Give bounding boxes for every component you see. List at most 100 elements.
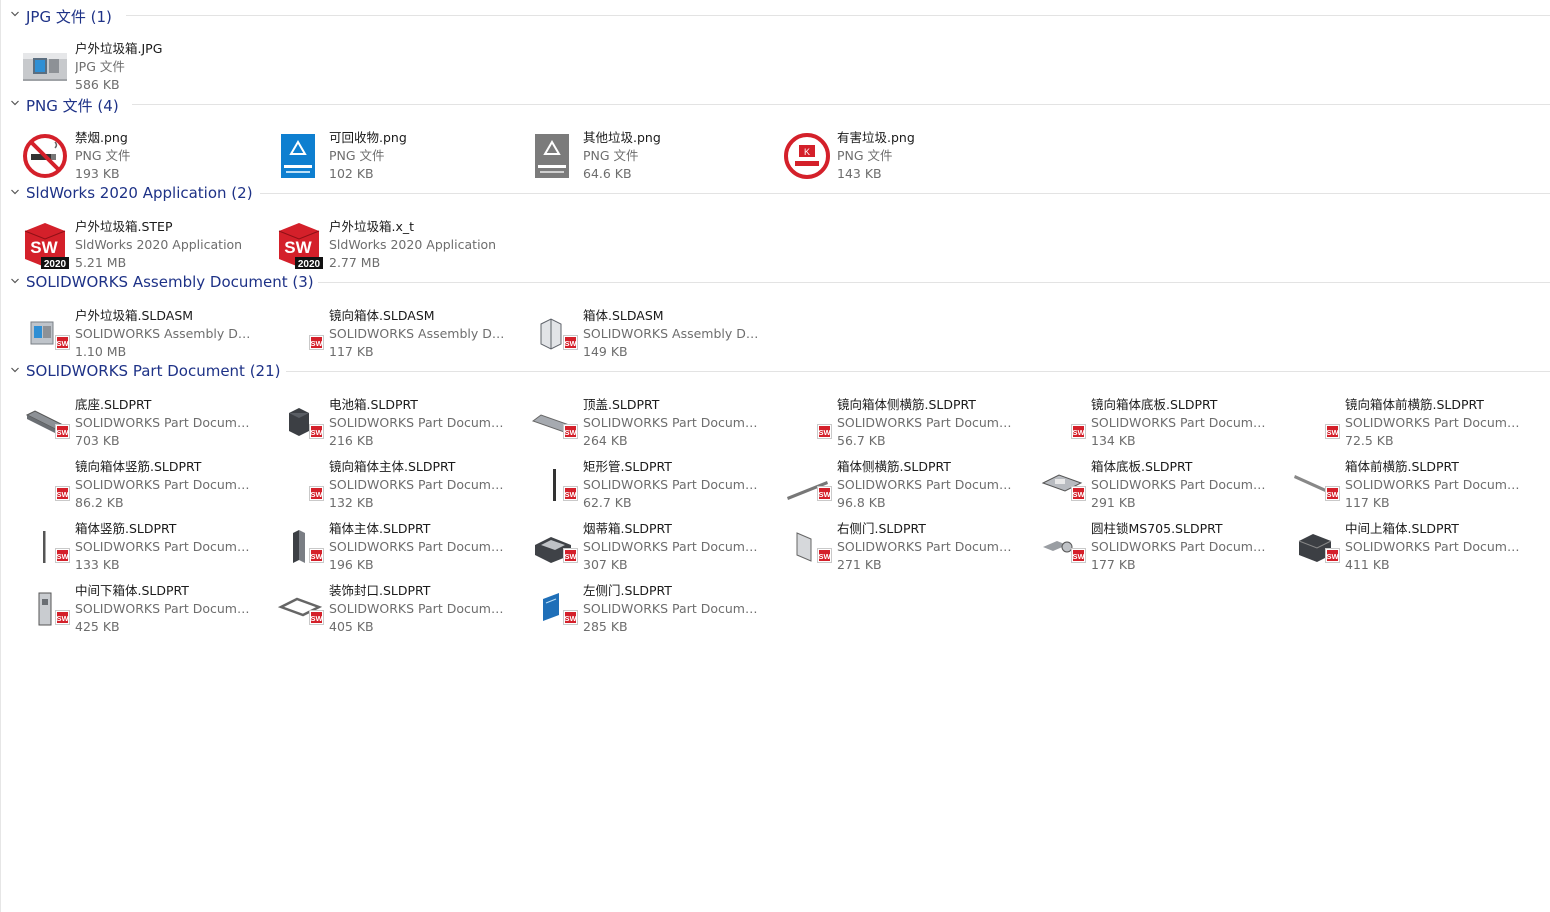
file-item[interactable]: SW 镜向箱体底板.SLDPRT SOLIDWORKS Part Document 1… (1017, 393, 1267, 449)
solidworks-badge-icon: SW (55, 486, 70, 501)
file-type: SOLIDWORKS Part Document (583, 601, 759, 616)
solidworks-badge-icon: SW (1325, 424, 1340, 439)
file-item[interactable]: SW 中间上箱体.SLDPRT SOLIDWORKS Part Document 41… (1271, 517, 1521, 573)
file-item[interactable]: SW 底座.SLDPRT SOLIDWORKS Part Document 703 K… (1, 393, 251, 449)
file-name: 箱体底板.SLDPRT (1091, 459, 1193, 474)
group-title[interactable]: SOLIDWORKS Part Document (21) (26, 362, 281, 380)
file-item[interactable]: SW 箱体主体.SLDPRT SOLIDWORKS Part Document 196… (255, 517, 505, 573)
file-item[interactable]: SW 户外垃圾箱.SLDASM SOLIDWORKS Assembly Docu..… (1, 304, 251, 360)
file-size: 425 KB (75, 619, 120, 634)
solidworks-badge-icon: SW (55, 335, 70, 350)
file-name: 户外垃圾箱.JPG (75, 41, 163, 56)
file-item[interactable]: SW箱体.SLDASMSOLIDWORKS Assembly Docu...14… (509, 304, 759, 360)
file-item[interactable]: SW 烟蒂箱.SLDPRT SOLIDWORKS Part Document 307 … (509, 517, 759, 573)
file-item[interactable]: 可回收物.png PNG 文件 102 KB (255, 126, 505, 182)
solidworks-badge-icon: SW (563, 548, 578, 563)
file-item[interactable]: SW 箱体前横筋.SLDPRT SOLIDWORKS Part Document 11… (1271, 455, 1521, 511)
file-type: SOLIDWORKS Part Document (329, 539, 505, 554)
file-name: 装饰封口.SLDPRT (329, 583, 431, 598)
file-size: 271 KB (837, 557, 882, 572)
chevron-down-icon[interactable] (11, 10, 19, 18)
file-type: PNG 文件 (583, 148, 639, 163)
group-title[interactable]: SOLIDWORKS Assembly Document (3) (26, 273, 314, 291)
part-left-door-icon: SW (529, 585, 578, 633)
group-divider (286, 371, 1550, 372)
svg-text:SW: SW (30, 238, 58, 257)
svg-text:SW: SW (564, 339, 577, 348)
file-item[interactable]: SW 圆柱锁MS705.SLDPRT SOLIDWORKS Part Documen… (1017, 517, 1267, 573)
file-item[interactable]: SW 装饰封口.SLDPRT SOLIDWORKS Part Document 405… (255, 579, 505, 635)
file-item[interactable]: SW 镜向箱体前横筋.SLDPRT SOLIDWORKS Part Document… (1271, 393, 1521, 449)
part-battery-box-icon: SW (275, 399, 324, 447)
solidworks-badge-icon: SW (309, 610, 324, 625)
part-cylinder-lock-icon: SW (1037, 523, 1086, 571)
file-type: SOLIDWORKS Part Document (75, 415, 251, 430)
group-title[interactable]: PNG 文件 (4) (26, 95, 119, 116)
file-item[interactable]: SW 右侧门.SLDPRT SOLIDWORKS Part Document 271 … (763, 517, 1013, 573)
file-name: 箱体主体.SLDPRT (329, 521, 431, 536)
file-type: SOLIDWORKS Part Document (837, 415, 1013, 430)
group-title[interactable]: SldWorks 2020 Application (2) (26, 184, 253, 202)
file-item[interactable]: SW 镜向箱体.SLDASM SOLIDWORKS Assembly Docu...… (255, 304, 505, 360)
part-upper-box-icon: SW (1291, 523, 1340, 571)
svg-text:SW: SW (56, 428, 69, 437)
file-name: 镜向箱体主体.SLDPRT (329, 459, 456, 474)
part-blank-icon: SW (1037, 399, 1086, 447)
file-item[interactable]: SW 中间下箱体.SLDPRT SOLIDWORKS Part Document 42… (1, 579, 251, 635)
file-name: 户外垃圾箱.SLDASM (75, 308, 194, 323)
chevron-down-icon[interactable] (11, 188, 19, 196)
svg-text:SW: SW (310, 614, 323, 623)
solidworks-badge-icon: SW (563, 335, 578, 350)
file-item[interactable]: SW 箱体竖筋.SLDPRT SOLIDWORKS Part Document 133… (1, 517, 251, 573)
file-item[interactable]: SW 镜向箱体侧横筋.SLDPRT SOLIDWORKS Part Document… (763, 393, 1013, 449)
file-item[interactable]: 户外垃圾箱.JPG JPG 文件 586 KB (1, 37, 251, 93)
file-item[interactable]: SW 2020 户外垃圾箱.STEP SldWorks 2020 Applicatio… (1, 215, 251, 271)
group-header[interactable]: JPG 文件 (1) (1, 2, 1550, 28)
group-title[interactable]: JPG 文件 (1) (26, 6, 112, 27)
group-header[interactable]: SOLIDWORKS Assembly Document (3) (1, 269, 1550, 295)
file-item[interactable]: SW 2020 户外垃圾箱.x_t SldWorks 2020 Application… (255, 215, 505, 271)
file-size: 216 KB (329, 433, 374, 448)
file-name: 圆柱锁MS705.SLDPRT (1091, 521, 1223, 536)
file-type: SOLIDWORKS Part Document (1091, 477, 1267, 492)
file-item[interactable]: 禁烟.png PNG 文件 193 KB (1, 126, 251, 182)
chevron-down-icon[interactable] (11, 99, 19, 107)
solidworks-2020-app-icon: SW 2020 (275, 221, 323, 270)
part-top-cover-icon: SW (529, 399, 578, 447)
file-size: 196 KB (329, 557, 374, 572)
file-item[interactable]: SW 左侧门.SLDPRT SOLIDWORKS Part Document 285 … (509, 579, 759, 635)
file-name: 镜向箱体竖筋.SLDPRT (75, 459, 202, 474)
svg-text:SW: SW (818, 428, 831, 437)
solidworks-badge-icon: SW (309, 424, 324, 439)
chevron-down-icon[interactable] (11, 277, 19, 285)
file-item[interactable]: K 有害垃圾.png PNG 文件 143 KB (763, 126, 1013, 182)
assembly-blank-icon: SW (275, 310, 324, 358)
group-header[interactable]: SldWorks 2020 Application (2) (1, 180, 1550, 206)
file-size: 56.7 KB (837, 433, 886, 448)
file-item[interactable]: SW 电池箱.SLDPRT SOLIDWORKS Part Document 216 … (255, 393, 505, 449)
group-header[interactable]: PNG 文件 (4) (1, 91, 1550, 117)
file-item[interactable]: SW 顶盖.SLDPRT SOLIDWORKS Part Document 264 K… (509, 393, 759, 449)
svg-text:SW: SW (1326, 490, 1339, 499)
part-base-icon: SW (21, 399, 70, 447)
file-size: 177 KB (1091, 557, 1136, 572)
solidworks-badge-icon: SW (309, 486, 324, 501)
file-item[interactable]: 其他垃圾.png PNG 文件 64.6 KB (509, 126, 759, 182)
file-type: SOLIDWORKS Part Document (583, 415, 759, 430)
file-item[interactable]: SW 镜向箱体主体.SLDPRT SOLIDWORKS Part Document 1… (255, 455, 505, 511)
file-size: 307 KB (583, 557, 628, 572)
file-type: SOLIDWORKS Part Document (837, 539, 1013, 554)
file-name: 其他垃圾.png (583, 130, 661, 145)
file-size: 117 KB (1345, 495, 1390, 510)
chevron-down-icon[interactable] (11, 366, 19, 374)
file-item[interactable]: SW 矩形管.SLDPRT SOLIDWORKS Part Document 62.7… (509, 455, 759, 511)
svg-text:SW: SW (284, 238, 312, 257)
part-blank-icon: SW (275, 461, 324, 509)
file-name: 镜向箱体.SLDASM (329, 308, 435, 323)
file-type: SOLIDWORKS Part Document (1091, 415, 1267, 430)
file-item[interactable]: SW 箱体侧横筋.SLDPRT SOLIDWORKS Part Document 96… (763, 455, 1013, 511)
file-item[interactable]: SW 箱体底板.SLDPRT SOLIDWORKS Part Document 291… (1017, 455, 1267, 511)
file-type: JPG 文件 (75, 59, 125, 74)
group-header[interactable]: SOLIDWORKS Part Document (21) (1, 358, 1550, 384)
file-item[interactable]: SW 镜向箱体竖筋.SLDPRT SOLIDWORKS Part Document 8… (1, 455, 251, 511)
